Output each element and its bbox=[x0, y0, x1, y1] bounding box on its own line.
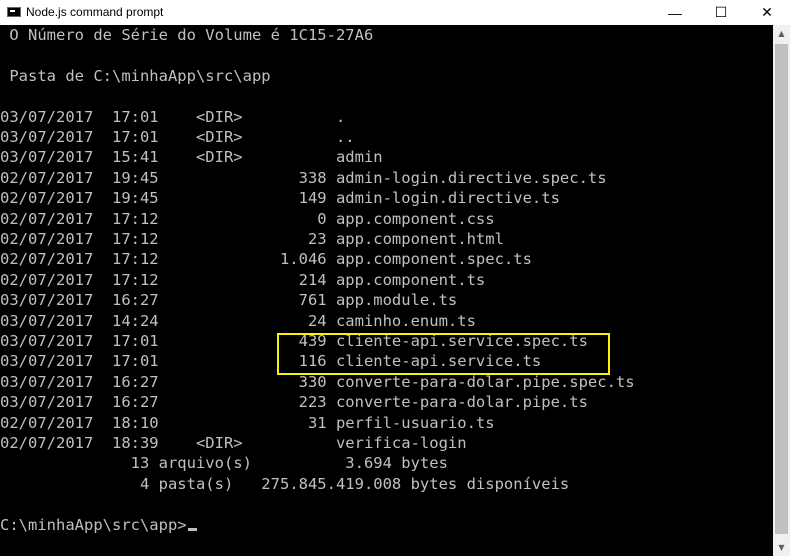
window-title: Node.js command prompt bbox=[26, 5, 164, 19]
console-line: 03/07/2017 16:27 761 app.module.ts bbox=[0, 291, 458, 310]
vertical-scrollbar[interactable]: ▲ ▼ bbox=[773, 25, 790, 556]
console-output[interactable]: O Número de Série do Volume é 1C15-27A6 … bbox=[0, 25, 773, 556]
console-line: 13 arquivo(s) 3.694 bytes bbox=[0, 454, 448, 473]
console-line: 02/07/2017 17:12 214 app.component.ts bbox=[0, 270, 486, 289]
title-bar[interactable]: Node.js command prompt — ☐ ✕ bbox=[0, 0, 790, 25]
console-line: 02/07/2017 17:12 23 app.component.html bbox=[0, 230, 504, 248]
console-line: 02/07/2017 17:12 0 app.component.css bbox=[0, 209, 495, 228]
console-line: 03/07/2017 17:01 <DIR> . bbox=[0, 107, 346, 126]
console-line: 03/07/2017 14:24 24 caminho.enum.ts bbox=[0, 311, 476, 330]
console-line: 02/07/2017 19:45 338 admin-login.directi… bbox=[0, 168, 607, 187]
console-line: O Número de Série do Volume é 1C15-27A6 bbox=[0, 26, 374, 44]
console-line: 02/07/2017 19:45 149 admin-login.directi… bbox=[0, 189, 560, 208]
highlight-box bbox=[277, 333, 610, 375]
console-line: Pasta de C:\minhaApp\src\app bbox=[0, 66, 271, 85]
console-line: 02/07/2017 18:10 31 perfil-usuario.ts bbox=[0, 413, 495, 432]
console-line: 02/07/2017 18:39 <DIR> verifica-login bbox=[0, 434, 467, 452]
console-line: 03/07/2017 15:41 <DIR> admin bbox=[0, 148, 383, 167]
console-line: 03/07/2017 16:27 223 converte-para-dolar… bbox=[0, 393, 588, 412]
scrollbar-thumb[interactable] bbox=[775, 44, 788, 534]
close-button[interactable]: ✕ bbox=[744, 0, 790, 25]
console-line: 4 pasta(s) 275.845.419.008 bytes disponí… bbox=[0, 474, 570, 493]
console-line: 03/07/2017 17:01 <DIR> .. bbox=[0, 128, 355, 146]
prompt-line[interactable]: C:\minhaApp\src\app> bbox=[0, 515, 197, 535]
arrow-up-icon[interactable]: ▲ bbox=[773, 25, 790, 42]
arrow-down-icon[interactable]: ▼ bbox=[773, 539, 790, 556]
prompt-text: C:\minhaApp\src\app> bbox=[0, 515, 187, 534]
minimize-button[interactable]: — bbox=[652, 0, 698, 25]
console-window: Node.js command prompt — ☐ ✕ O Número de… bbox=[0, 0, 790, 556]
maximize-button[interactable]: ☐ bbox=[698, 0, 744, 25]
console-icon bbox=[7, 7, 21, 17]
text-cursor bbox=[187, 527, 197, 531]
console-line: 02/07/2017 17:12 1.046 app.component.spe… bbox=[0, 250, 532, 269]
